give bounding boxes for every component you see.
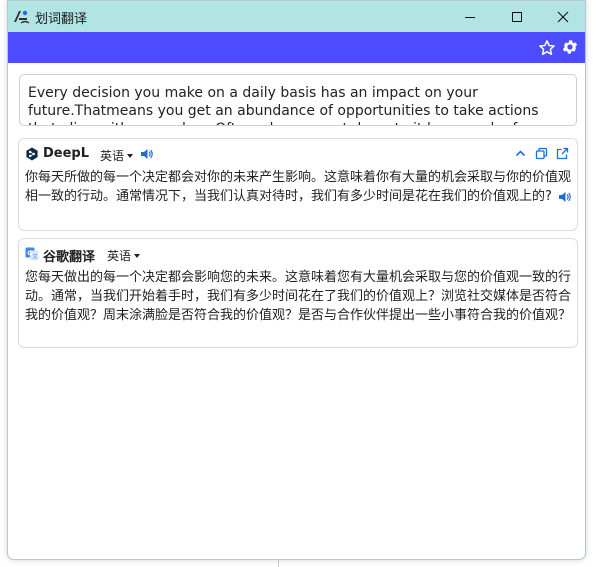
deepl-translation: 你每天所做的每一个决定都会对你的未来产生影响。这意味着你有大量的机会采取与你的价…: [25, 168, 573, 206]
source-text-input[interactable]: Every decision you make on a daily basis…: [19, 74, 577, 126]
collapse-icon[interactable]: [514, 147, 527, 160]
deepl-translation-text: 你每天所做的每一个决定都会对你的未来产生影响。这意味着你有大量的机会采取与你的价…: [25, 170, 572, 204]
google-service-name: 谷歌翻译: [43, 250, 96, 265]
translator-window: 划词翻译 Every decision you make on a daily …: [7, 0, 586, 560]
google-translate-icon: G 文: [25, 247, 39, 261]
copy-icon[interactable]: [535, 147, 548, 160]
gear-icon[interactable]: [561, 38, 579, 56]
deepl-card-header: DeepL 英语: [19, 139, 577, 169]
google-language-label: 英语: [107, 249, 132, 263]
svg-text:文: 文: [32, 253, 38, 261]
close-button[interactable]: [540, 1, 585, 32]
deepl-language-label: 英语: [100, 149, 125, 163]
toolbar: [8, 32, 585, 63]
deepl-result-card: DeepL 英语 你每天所做的每一个决定都会对你的未来产生影响。这意味着你有大量…: [18, 138, 578, 231]
chevron-down-icon: [127, 153, 134, 158]
deepl-card-actions: [514, 147, 569, 160]
deepl-service-name: DeepL: [43, 146, 90, 161]
maximize-icon: [512, 11, 522, 22]
star-icon[interactable]: [538, 39, 556, 57]
maximize-button[interactable]: [494, 1, 540, 32]
google-card-header: G 文 谷歌翻译 英语: [19, 239, 577, 269]
background-divider: [278, 560, 279, 567]
open-external-icon[interactable]: [556, 147, 569, 160]
app-logo-icon: [14, 10, 30, 24]
minimize-button[interactable]: [447, 1, 493, 32]
minimize-icon: [465, 16, 475, 18]
google-translation: 您每天做出的每一个决定都会影响您的未来。这意味着您有大量机会采取与您的价值观一致…: [25, 268, 573, 325]
title-bar[interactable]: 划词翻译: [8, 1, 585, 32]
google-translation-text: 您每天做出的每一个决定都会影响您的未来。这意味着您有大量机会采取与您的价值观一致…: [25, 270, 572, 323]
window-title: 划词翻译: [35, 12, 88, 27]
deepl-language-select[interactable]: 英语: [100, 147, 134, 164]
chevron-down-icon: [134, 253, 141, 258]
deepl-logo-icon: [26, 147, 38, 161]
google-language-select[interactable]: 英语: [107, 247, 141, 264]
speaker-icon[interactable]: [140, 148, 154, 160]
close-icon: [557, 11, 569, 22]
speaker-icon[interactable]: [558, 191, 572, 203]
source-text: Every decision you make on a daily basis…: [28, 85, 545, 125]
google-result-card: G 文 谷歌翻译 英语 您每天做出的每一个决定都会影响您的未来。这意味着您有大量…: [18, 238, 578, 348]
